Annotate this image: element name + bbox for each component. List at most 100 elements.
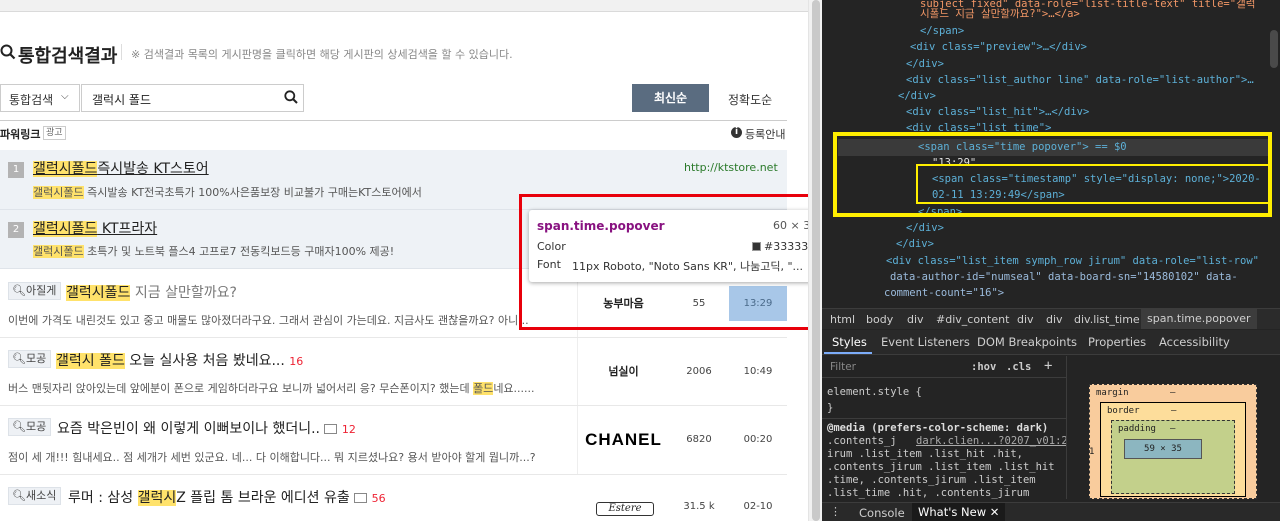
sort-accuracy-button[interactable]: 정확도순	[728, 91, 772, 108]
register-link[interactable]: 등록안내	[745, 126, 785, 142]
page-scrollbar[interactable]	[808, 0, 822, 521]
content-box: 59 × 35	[1124, 439, 1202, 459]
board-tag[interactable]: 🔍︎아질게	[8, 282, 62, 300]
filter-input[interactable]: Filter	[830, 361, 856, 373]
breadcrumb-item-active[interactable]: span.time.popover	[1141, 309, 1257, 329]
post-title[interactable]: 갤럭시폴드 지금 살만할까요?	[66, 282, 237, 302]
tab-event-listeners[interactable]: Event Listeners	[881, 335, 970, 349]
elements-scrollbar[interactable]	[1270, 30, 1278, 68]
scrollbar-thumb[interactable]	[812, 0, 820, 521]
breadcrumb-item[interactable]: div	[1046, 313, 1063, 326]
board-tag[interactable]: 🔍︎모공	[8, 418, 52, 436]
drawer-menu-icon[interactable]: ⋮	[830, 505, 841, 518]
border-value: –	[1171, 406, 1177, 416]
search-scope-select[interactable]: 통합검색 ⌵	[0, 84, 80, 112]
tab-accessibility[interactable]: Accessibility	[1159, 335, 1230, 349]
post-time: 02-10	[743, 501, 773, 512]
tab-console[interactable]: Console	[859, 506, 905, 520]
search-submit-icon[interactable]	[284, 90, 298, 107]
ad-title-highlight: 갤럭시폴드	[33, 221, 98, 237]
board-tag[interactable]: 🔍︎새소식	[8, 487, 62, 505]
post-author-nickname-image[interactable]: Estere	[596, 502, 654, 516]
breadcrumb-item[interactable]: div	[1017, 313, 1034, 326]
html-line[interactable]: </div>	[906, 220, 944, 236]
table-row[interactable]: 🔍︎새소식 루머 : 삼성 갤럭시Z 플립 톰 브라운 에디션 유출 56 Es…	[0, 475, 787, 521]
ad-number: 2	[8, 222, 24, 238]
color-swatch	[752, 242, 761, 251]
add-style-rule-button[interactable]: +	[1044, 358, 1052, 374]
tooltip-selector: span.time.popover	[537, 219, 665, 233]
html-line[interactable]: <div class="preview">…</div>	[910, 39, 1087, 55]
chevron-down-icon: ⌵	[61, 91, 69, 102]
tab-whats-new[interactable]: What's New ✕	[912, 503, 1006, 521]
styles-toolbar: Filter :hov .cls +	[822, 356, 1066, 378]
post-title[interactable]: 루머 : 삼성 갤럭시Z 플립 톰 브라운 에디션 유출 56	[68, 487, 386, 507]
breadcrumb-item[interactable]: #div_content	[936, 313, 1009, 326]
ad-desc-highlight: 갤럭시폴드	[33, 186, 84, 199]
comment-count: 12	[341, 423, 356, 436]
html-line: comment-count="16">	[884, 287, 1005, 299]
post-hits: 6820	[686, 434, 712, 445]
html-line[interactable]: </div>	[898, 88, 936, 104]
post-hits: 2006	[686, 366, 712, 377]
ad-title[interactable]: 갤럭시폴드 KT프라자	[33, 218, 157, 238]
drawer-tabs: ⋮ Console What's New ✕	[822, 502, 1280, 521]
close-icon[interactable]: ✕	[990, 505, 1000, 519]
post-title-highlight: 갤럭시폴드	[66, 285, 131, 301]
board-name: 모공	[25, 420, 47, 433]
post-preview: 점이 세 개!!! 힘내세요.. 점 세개가 세번 있군요. 네... 다 이해…	[8, 451, 536, 464]
search-query: 갤럭시 폴드	[92, 93, 152, 107]
image-icon	[324, 424, 338, 434]
html-line[interactable]: </span>	[920, 23, 964, 39]
table-row[interactable]: 🔍︎모공 갤럭시 폴드 오늘 실사용 처음 봤네요... 16 버스 맨뒷자리 …	[0, 338, 787, 406]
html-line[interactable]: <div class="list_hit">…</div>	[906, 104, 1089, 120]
breadcrumb-item[interactable]: body	[866, 313, 893, 326]
padding-label: padding	[1118, 424, 1156, 434]
post-author[interactable]: 넘실이	[577, 338, 669, 405]
breadcrumb-item[interactable]: div.list_time	[1074, 313, 1140, 326]
post-title-highlight: 갤럭시 폴드	[56, 353, 125, 369]
border-label: border	[1107, 406, 1140, 416]
board-name: 아질게	[25, 284, 57, 297]
inspector-tooltip: span.time.popover 60 × 35 Color #333333 …	[529, 210, 821, 282]
post-preview: 버스 맨뒷자리 앉아있는데 앞에분이 폰으로 게임하더라구요 보니까 넓어서리 …	[8, 380, 535, 396]
board-tag[interactable]: 🔍︎모공	[8, 350, 52, 368]
html-line[interactable]: <div class="list_item symph_row jirum" d…	[886, 253, 1259, 269]
ad-title[interactable]: 갤럭시폴드즉시발송 KT스토어	[33, 158, 209, 178]
active-tab-indicator	[824, 352, 872, 354]
breadcrumb-item[interactable]: html	[830, 313, 855, 326]
elements-tree: subject_fixed" data-role="list-title-tex…	[822, 0, 1280, 308]
style-line: element.style {	[827, 386, 922, 398]
search-description: ※ 검색결과 목록의 게시판명을 클릭하면 해당 게시판의 상세검색을 할 수 …	[131, 48, 513, 61]
cls-toggle[interactable]: .cls	[1006, 361, 1031, 373]
html-line: 시폴드 지금 살만할까요?">…</a>	[920, 8, 1080, 20]
ad-description: 갤럭시폴드 초특가 및 노트북 플스4 고프로7 전동킥보드등 구매자100% …	[33, 243, 394, 259]
preview-text: 버스 맨뒷자리 앉아있는데 앞에분이 폰으로 게임하더라구요 보니까 넓어서리 …	[8, 382, 474, 395]
box-model: margin – border – padding – 59 × 35 1	[1066, 356, 1280, 499]
table-row[interactable]: 🔍︎모공 요즘 박은빈이 왜 이렇게 이뻐보이나 했더니.. 12 점이 세 개…	[0, 406, 787, 475]
sort-latest-button[interactable]: 최신순	[632, 84, 709, 112]
info-icon: i	[731, 127, 742, 138]
divider	[121, 44, 122, 60]
post-author-nickname-image[interactable]: CHANEL	[577, 406, 669, 474]
search-icon	[0, 44, 16, 64]
ad-title-highlight: 갤럭시폴드	[33, 161, 98, 177]
ad-title-rest: 즉시발송 KT스토어	[97, 161, 209, 177]
ad-desc-rest: 즉시발송 KT전국초특가 100%사은품보장 비교불가 구매는KT스토어에서	[83, 186, 422, 199]
post-hits: 31.5 k	[683, 501, 715, 512]
html-line[interactable]: </div>	[896, 236, 934, 252]
search-input[interactable]: 갤럭시 폴드	[81, 84, 304, 112]
html-line[interactable]: </div>	[906, 56, 944, 72]
post-title[interactable]: 갤럭시 폴드 오늘 실사용 처음 봤네요... 16	[56, 350, 303, 370]
ad-url[interactable]: http://ktstore.net	[684, 161, 778, 174]
html-line[interactable]: <div class="list_author line" data-role=…	[906, 72, 1254, 88]
image-icon	[354, 493, 368, 503]
breadcrumb-item[interactable]: div	[907, 313, 924, 326]
hov-toggle[interactable]: :hov	[971, 361, 996, 373]
style-line: }	[827, 402, 834, 414]
post-title[interactable]: 요즘 박은빈이 왜 이렇게 이뻐보이나 했더니.. 12	[57, 418, 356, 438]
board-search-icon: 🔍︎	[12, 420, 26, 433]
tab-properties[interactable]: Properties	[1088, 335, 1146, 349]
tab-styles[interactable]: Styles	[832, 335, 867, 349]
tab-dom-breakpoints[interactable]: DOM Breakpoints	[977, 335, 1077, 349]
